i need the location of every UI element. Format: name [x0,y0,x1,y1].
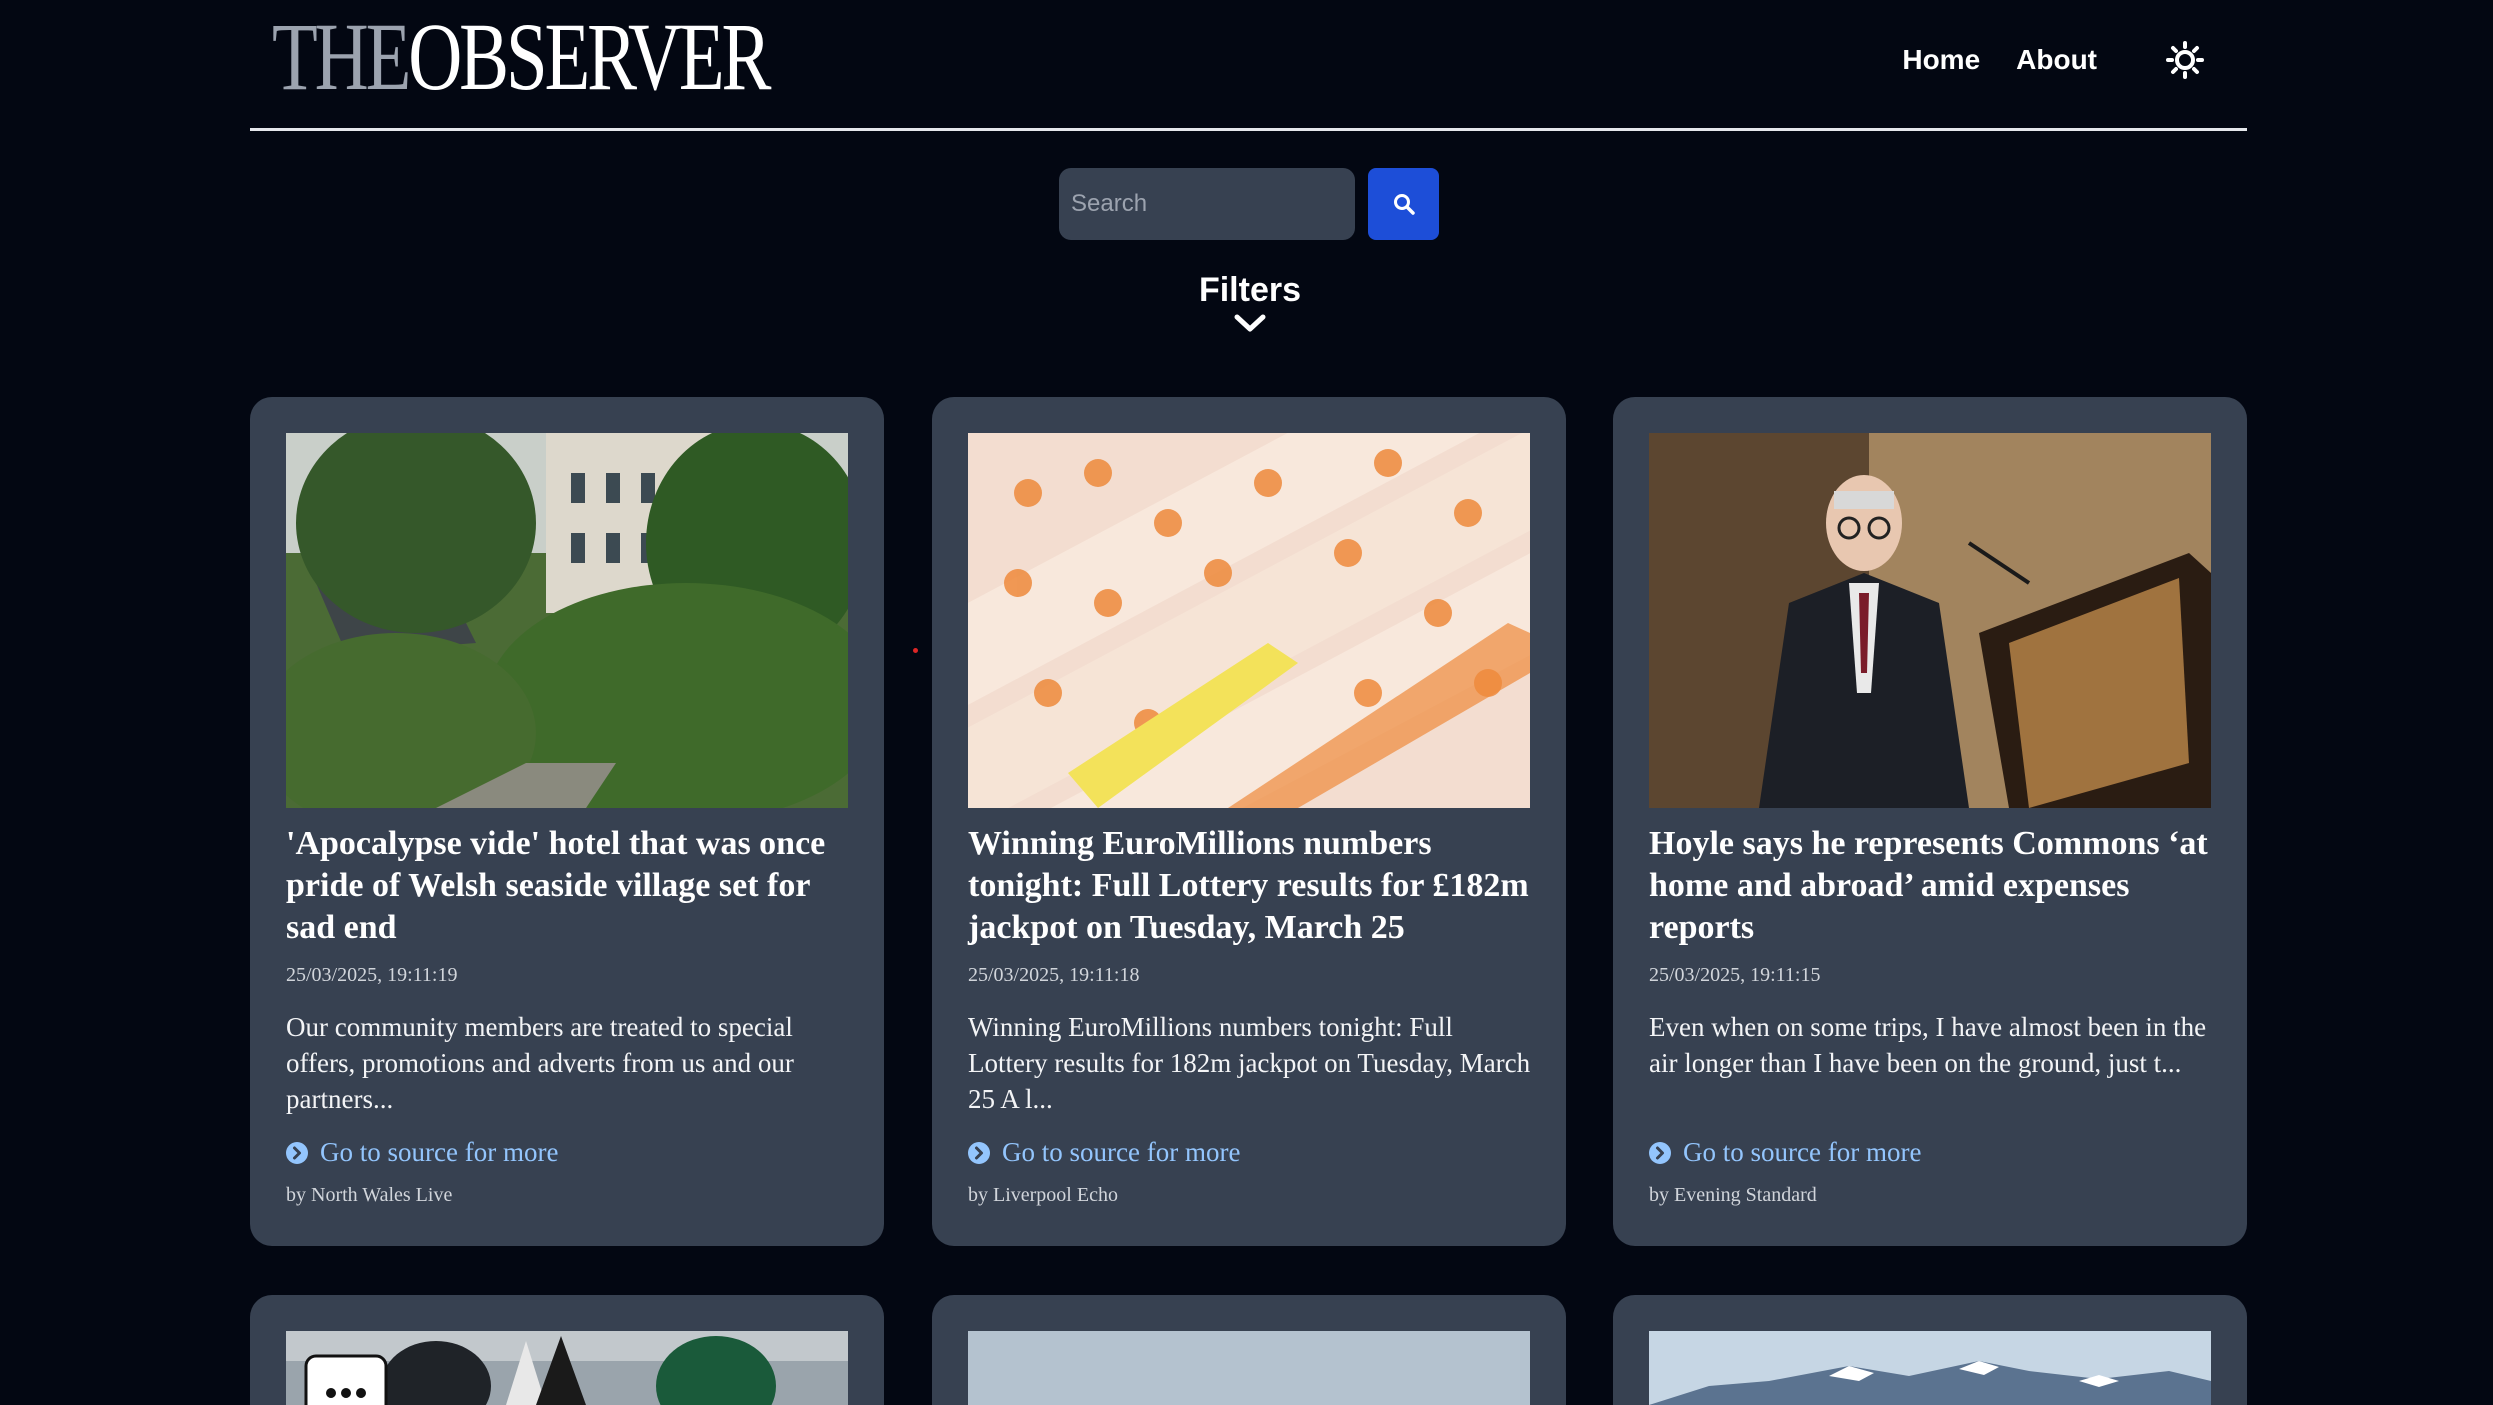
article-card: Hoyle says he represents Commons ‘at hom… [1613,397,2247,1246]
nav-about-link[interactable]: About [2016,44,2097,76]
article-byline: by Evening Standard [1649,1184,1817,1206]
chevron-circle-right-icon [286,1141,308,1164]
article-description: Even when on some trips, I have almost b… [1649,1012,2207,1078]
article-card: 'Apocalypse vide' hotel that was once pr… [250,397,884,1246]
site-logo[interactable]: THEOBSERVER [272,9,771,105]
search-button[interactable] [1368,168,1439,240]
article-card [932,1295,1566,1405]
article-image[interactable] [1649,1331,2211,1405]
search-bar [1059,168,1439,240]
article-title[interactable]: Winning EuroMillions numbers tonight: Fu… [968,823,1538,949]
theme-toggle-button[interactable] [2163,38,2207,82]
sun-icon [2166,41,2204,79]
site-header: THEOBSERVER Home About [250,0,2247,131]
article-image[interactable] [286,1331,848,1405]
main-nav: Home About [1902,30,2207,90]
article-image[interactable] [286,433,848,808]
logo-the: THE [272,3,411,110]
source-link-label: Go to source for more [320,1137,559,1167]
article-image[interactable] [968,433,1530,808]
article-title[interactable]: Hoyle says he represents Commons ‘at hom… [1649,823,2219,949]
article-card: Winning EuroMillions numbers tonight: Fu… [932,397,1566,1246]
chevron-circle-right-icon [1649,1141,1671,1164]
article-date: 25/03/2025, 19:11:15 [1649,964,1821,986]
chevron-down-icon [1234,314,1266,332]
source-link[interactable]: Go to source for more [286,1137,558,1168]
article-image[interactable] [968,1331,1530,1405]
chevron-circle-right-icon [968,1141,990,1164]
article-description: Winning EuroMillions numbers tonight: Fu… [968,1012,1531,1114]
source-link[interactable]: Go to source for more [968,1137,1240,1168]
article-card [250,1295,884,1405]
logo-observer: OBSERVER [408,3,771,110]
filters-toggle[interactable]: Filters [1150,268,1350,334]
article-date: 25/03/2025, 19:11:19 [286,964,458,986]
filters-label: Filters [1198,271,1302,309]
article-byline: by Liverpool Echo [968,1184,1118,1206]
article-title[interactable]: 'Apocalypse vide' hotel that was once pr… [286,823,856,949]
nav-home-link[interactable]: Home [1902,44,1980,76]
article-byline: by North Wales Live [286,1184,453,1206]
article-date: 25/03/2025, 19:11:18 [968,964,1140,986]
cursor-dot [913,648,918,653]
article-description: Our community members are treated to spe… [286,1012,794,1114]
source-link[interactable]: Go to source for more [1649,1137,1921,1168]
search-input[interactable] [1059,168,1355,240]
source-link-label: Go to source for more [1002,1137,1241,1167]
search-icon [1393,194,1415,215]
article-card [1613,1295,2247,1405]
source-link-label: Go to source for more [1683,1137,1922,1167]
article-image[interactable] [1649,433,2211,808]
